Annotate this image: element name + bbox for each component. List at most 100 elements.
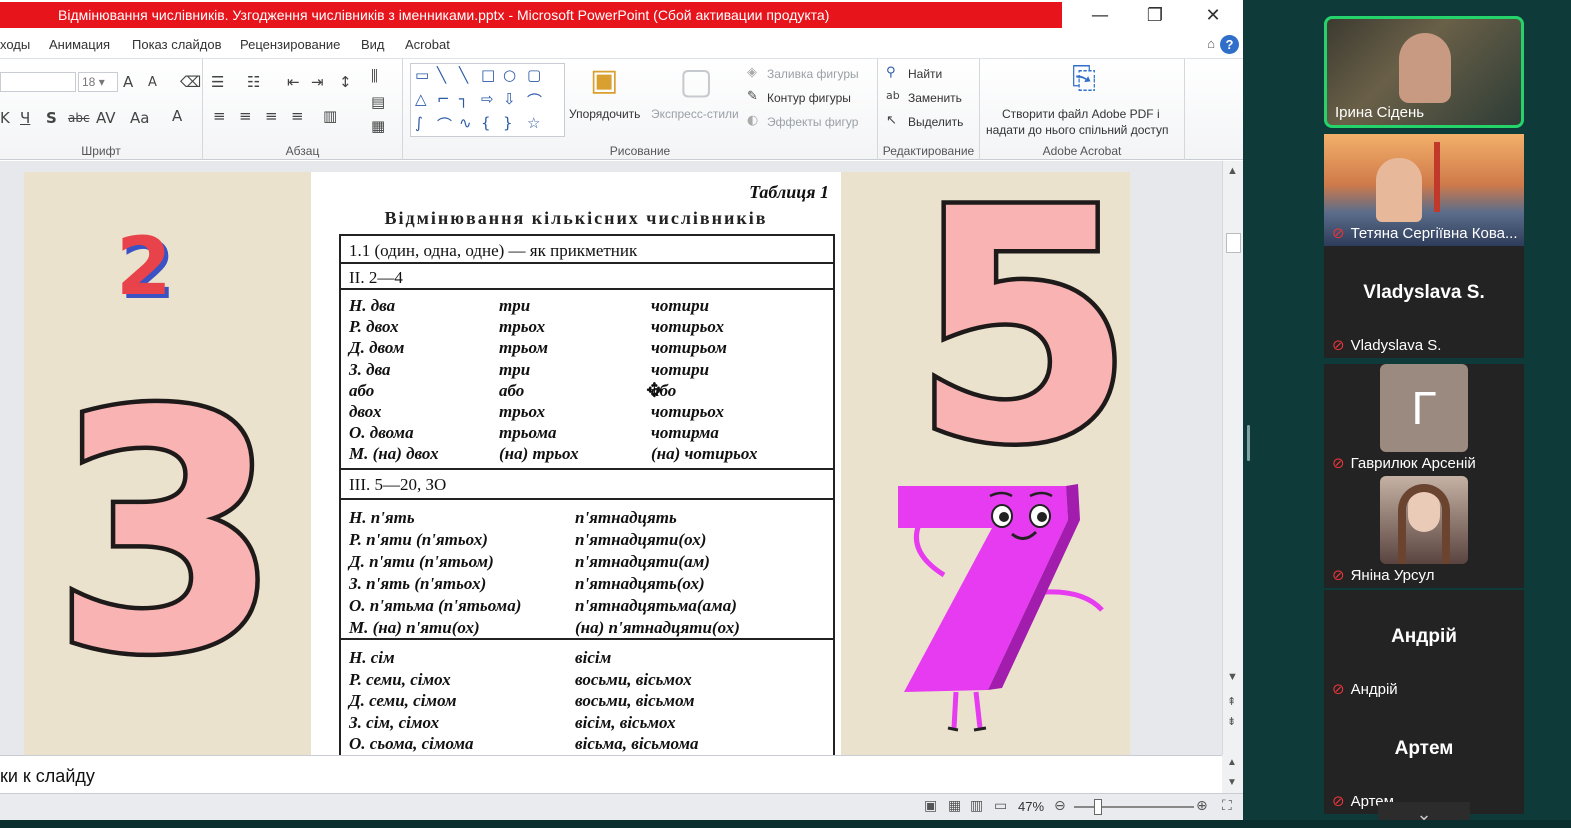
participant-tile[interactable]: Vladyslava S. ⊘ Vladyslava S. <box>1324 246 1524 358</box>
restore-button[interactable]: ❐ <box>1135 4 1175 28</box>
table-2-4-cell: М. (на) двох <box>349 444 439 464</box>
tab-view[interactable]: Вид <box>361 37 385 52</box>
align-center-icon[interactable]: ≡ <box>239 107 252 125</box>
smartart-icon[interactable]: ▦ <box>371 117 385 135</box>
zoom-in-icon[interactable]: ⊕ <box>1196 798 1208 814</box>
arrange-button[interactable]: Упорядочить <box>569 107 640 121</box>
table-2-4-cell: трьох <box>499 317 546 337</box>
increase-indent-icon[interactable]: ⇥ <box>311 73 324 91</box>
char-spacing-icon[interactable]: AV <box>96 109 116 127</box>
columns-icon[interactable]: ▥ <box>323 107 337 125</box>
font-size-combo[interactable]: 18 ▾ <box>78 72 118 92</box>
participant-name: ⊘ Яніна Урсул <box>1332 566 1522 584</box>
tab-acrobat[interactable]: Acrobat <box>405 37 450 52</box>
table-2-4-cell: чотирьох <box>651 402 725 421</box>
shape-effects-button[interactable]: Эффекты фигур <box>767 115 858 129</box>
slide[interactable]: 2 2 3 5 7 Таблиця 1 Відмінювання кількіс… <box>24 172 1130 755</box>
create-pdf-line1[interactable]: Створити файл Adobe PDF і <box>1002 107 1160 121</box>
find-button[interactable]: Найти <box>908 67 942 81</box>
notes-scrollbar[interactable]: ▲ ▼ <box>1222 755 1243 793</box>
select-button[interactable]: Выделить <box>908 115 963 129</box>
rect-shape-icon: □ <box>481 66 496 84</box>
zoom-out-icon[interactable]: ⊖ <box>1054 798 1066 814</box>
shape-fill-button[interactable]: Заливка фигуры <box>767 67 859 81</box>
avatar-photo <box>1380 476 1468 564</box>
ribbon-collapse-icon[interactable]: ⌂ <box>1207 36 1215 51</box>
participant-tile[interactable]: Андрій ⊘ Андрій <box>1324 590 1524 702</box>
participant-name-label: Тетяна Сергіївна Кова... <box>1350 225 1518 242</box>
zoom-level[interactable]: 47% <box>1018 799 1044 814</box>
change-case-icon[interactable]: Aa <box>130 109 149 127</box>
tab-review[interactable]: Рецензирование <box>240 37 340 52</box>
participant-video <box>1399 33 1451 103</box>
italic-icon[interactable]: K <box>0 109 10 127</box>
shadow-icon[interactable]: S <box>46 109 57 127</box>
avatar-initial: Г <box>1411 382 1437 434</box>
table-5-20-cell: Р. п'яти (п'ятьох) <box>349 530 488 549</box>
create-pdf-icon[interactable]: ⎘ <box>1072 61 1096 96</box>
scroll-up-icon: ▲ <box>1227 165 1238 177</box>
notes-pane[interactable]: ки к слайду <box>0 755 1222 793</box>
line-spacing-icon[interactable]: ↕ <box>339 73 352 91</box>
slideshow-view-icon[interactable]: ▭ <box>994 798 1007 814</box>
minimize-button[interactable]: — <box>1080 4 1120 28</box>
shape-outline-button[interactable]: Контур фигуры <box>767 91 851 105</box>
tab-slideshow[interactable]: Показ слайдов <box>132 37 222 52</box>
table-5-20-cell: п'ятнадцять(ох) <box>575 574 705 593</box>
align-left-icon[interactable]: ≡ <box>213 107 226 125</box>
participant-name: Ірина Сідень <box>1335 104 1521 121</box>
participant-tile[interactable]: Артем ⊘ Артем <box>1324 702 1524 814</box>
express-styles-button[interactable]: Экспресс-стили <box>651 107 739 121</box>
reading-view-icon[interactable]: ▥ <box>970 798 983 814</box>
numbering-icon[interactable]: ☷ <box>247 73 260 91</box>
align-text-icon[interactable]: ▤ <box>371 93 385 111</box>
table-image: Таблиця 1 Відмінювання кількісних числів… <box>311 172 841 755</box>
table-2-4-cell: три <box>499 296 531 315</box>
participant-tile[interactable]: ⊘ Яніна Урсул <box>1324 476 1524 588</box>
table-2-4-cell: Д. двом <box>349 338 405 358</box>
create-pdf-line2[interactable]: надати до нього спільний доступ <box>986 123 1169 137</box>
font-name-combo[interactable] <box>0 72 76 92</box>
outline-pen-icon: ✎ <box>747 89 758 104</box>
fit-slide-icon[interactable]: ⛶ <box>1222 798 1232 814</box>
notes-scroll-up-icon: ▲ <box>1227 757 1237 768</box>
text-direction-icon[interactable]: ⫼ <box>371 67 378 85</box>
justify-icon[interactable]: ≡ <box>291 107 304 125</box>
express-styles-icon[interactable]: ▢ <box>679 61 713 102</box>
tab-animation[interactable]: Анимация <box>49 37 110 52</box>
table-2-4-cell: Н. два <box>349 296 396 315</box>
bullets-icon[interactable]: ☰ <box>211 73 224 91</box>
replace-button[interactable]: Заменить <box>908 91 962 105</box>
align-right-icon[interactable]: ≡ <box>265 107 278 125</box>
participant-tile[interactable]: Ірина Сідень <box>1324 16 1524 128</box>
decrease-indent-icon[interactable]: ⇤ <box>287 73 300 91</box>
shrink-font-icon[interactable]: A <box>148 75 157 90</box>
scroll-thumb[interactable] <box>1226 233 1241 253</box>
tab-transitions[interactable]: ходы <box>0 37 30 52</box>
table-7-8-cell: З. сім, сімох <box>349 712 440 732</box>
participant-name: ⊘ Vladyslava S. <box>1332 336 1522 354</box>
normal-view-icon[interactable]: ▣ <box>924 798 937 814</box>
clear-format-icon[interactable]: ⌫ <box>180 73 201 91</box>
underline-icon[interactable]: Ч <box>20 109 30 127</box>
zoom-slider-knob[interactable] <box>1094 799 1102 815</box>
panel-splitter[interactable] <box>1247 425 1250 461</box>
grow-font-icon[interactable]: A <box>123 73 133 91</box>
table-2-4-cell: трьома <box>499 423 557 443</box>
shapes-gallery[interactable]: ▭ ╲ ╲ □ ○ ▢ △ ⌐ ┐ ⇨ ⇩ ⌒ ∫ ⌒ ∿ { } ☆ <box>410 63 565 137</box>
zoom-slider[interactable] <box>1074 806 1194 808</box>
strikethrough-icon[interactable]: abc <box>68 111 90 125</box>
notes-placeholder: ки к слайду <box>0 766 95 786</box>
help-icon[interactable]: ? <box>1220 35 1239 54</box>
participant-tile[interactable]: Г ⊘ Гаврилюк Арсеній <box>1324 364 1524 476</box>
font-color-icon[interactable]: A <box>172 107 182 125</box>
group-font-label: Шрифт <box>81 144 121 158</box>
slide-scrollbar[interactable]: ▲ ▼ ⇞ ⇟ <box>1222 161 1243 755</box>
participant-name: ⊘ Тетяна Сергіївна Кова... <box>1332 224 1522 242</box>
table-7-8-cell: вісім <box>575 648 612 667</box>
participant-tile[interactable]: ⊘ Тетяна Сергіївна Кова... <box>1324 134 1524 246</box>
slide-sorter-icon[interactable]: ▦ <box>948 798 961 814</box>
close-button[interactable]: ✕ <box>1193 4 1233 28</box>
rounded-rect-shape-icon: ▢ <box>527 66 542 84</box>
arrange-icon[interactable]: ▣ <box>590 63 618 98</box>
